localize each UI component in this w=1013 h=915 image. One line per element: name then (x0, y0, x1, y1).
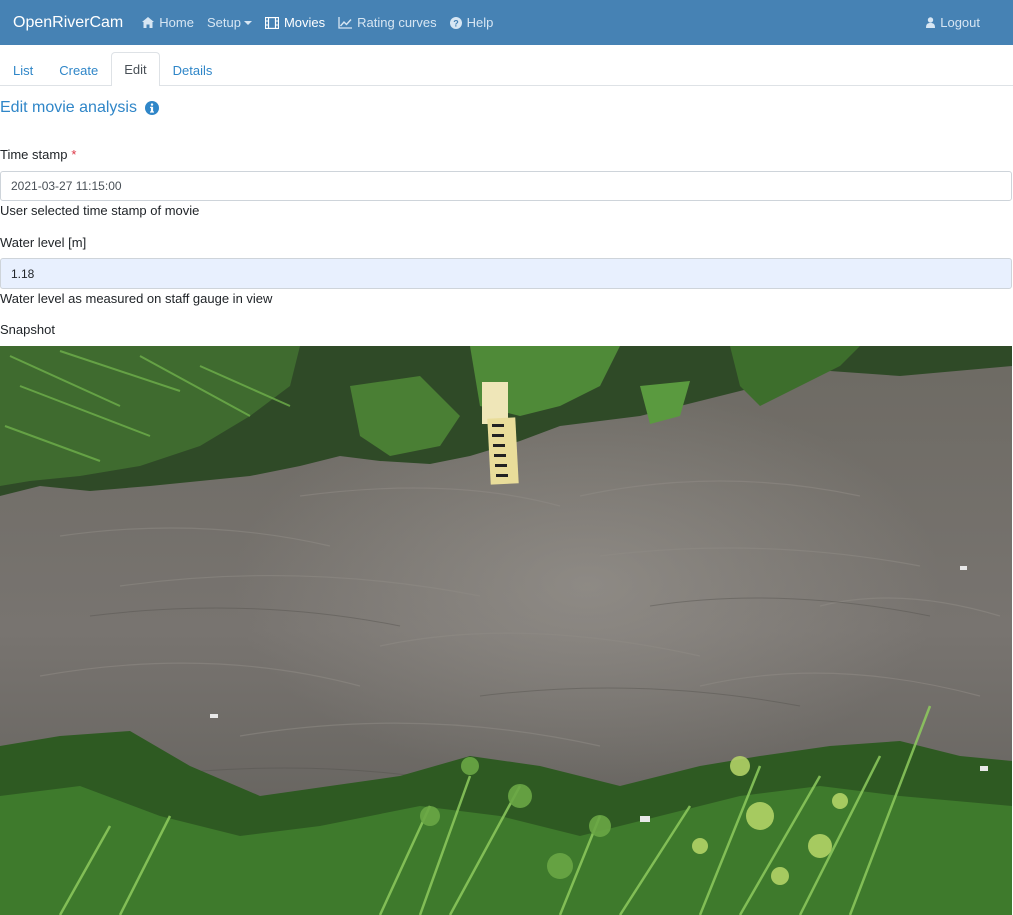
line-chart-icon (338, 16, 353, 29)
brand-logo[interactable]: OpenRiverCam (13, 14, 123, 32)
timestamp-value: 2021-03-27 11:15:00 (11, 179, 122, 193)
tab-details[interactable]: Details (160, 53, 226, 86)
nav-home[interactable]: Home (142, 15, 194, 30)
water-level-value: 1.18 (11, 266, 35, 281)
water-level-help: Water level as measured on staff gauge i… (0, 291, 273, 306)
snapshot-image (0, 346, 1012, 915)
home-icon (142, 17, 155, 28)
nav-help[interactable]: ? Help (449, 15, 494, 30)
svg-text:?: ? (453, 18, 459, 28)
nav-setup-dropdown[interactable]: Setup (207, 15, 252, 30)
film-icon (264, 16, 279, 29)
timestamp-label-text: Time stamp (0, 147, 68, 162)
nav-setup-label: Setup (206, 15, 241, 30)
tab-list[interactable]: List (0, 53, 46, 86)
page-title: Edit movie analysis (0, 99, 137, 116)
river-snapshot-picture (0, 346, 1012, 915)
timestamp-label: Time stamp * (0, 147, 76, 162)
logout-label: Logout (940, 15, 980, 30)
logout-link[interactable]: Logout (926, 0, 980, 45)
question-circle-icon: ? (449, 16, 462, 29)
nav-help-label: Help (466, 15, 494, 30)
nav-rating-curves[interactable]: Rating curves (338, 15, 437, 30)
info-icon[interactable] (144, 101, 159, 115)
timestamp-input[interactable]: 2021-03-27 11:15:00 (0, 171, 1012, 201)
nav-home-label: Home (159, 15, 194, 30)
page-heading: Edit movie analysis (0, 99, 159, 117)
caret-down-icon (243, 21, 252, 25)
water-level-input[interactable]: 1.18 (0, 258, 1012, 289)
user-icon (926, 17, 936, 28)
snapshot-label: Snapshot (0, 322, 55, 337)
nav-movies[interactable]: Movies (264, 15, 326, 30)
required-mark: * (71, 147, 77, 162)
tab-edit[interactable]: Edit (111, 52, 160, 86)
timestamp-help: User selected time stamp of movie (0, 203, 200, 218)
tab-create[interactable]: Create (46, 53, 111, 86)
top-navbar: OpenRiverCam Home Setup Movies Rating cu… (0, 0, 1013, 45)
water-level-label: Water level [m] (0, 235, 87, 250)
nav-rating-curves-label: Rating curves (357, 15, 437, 30)
tab-bar: List Create Edit Details (0, 45, 1013, 86)
nav-movies-label: Movies (283, 15, 326, 30)
